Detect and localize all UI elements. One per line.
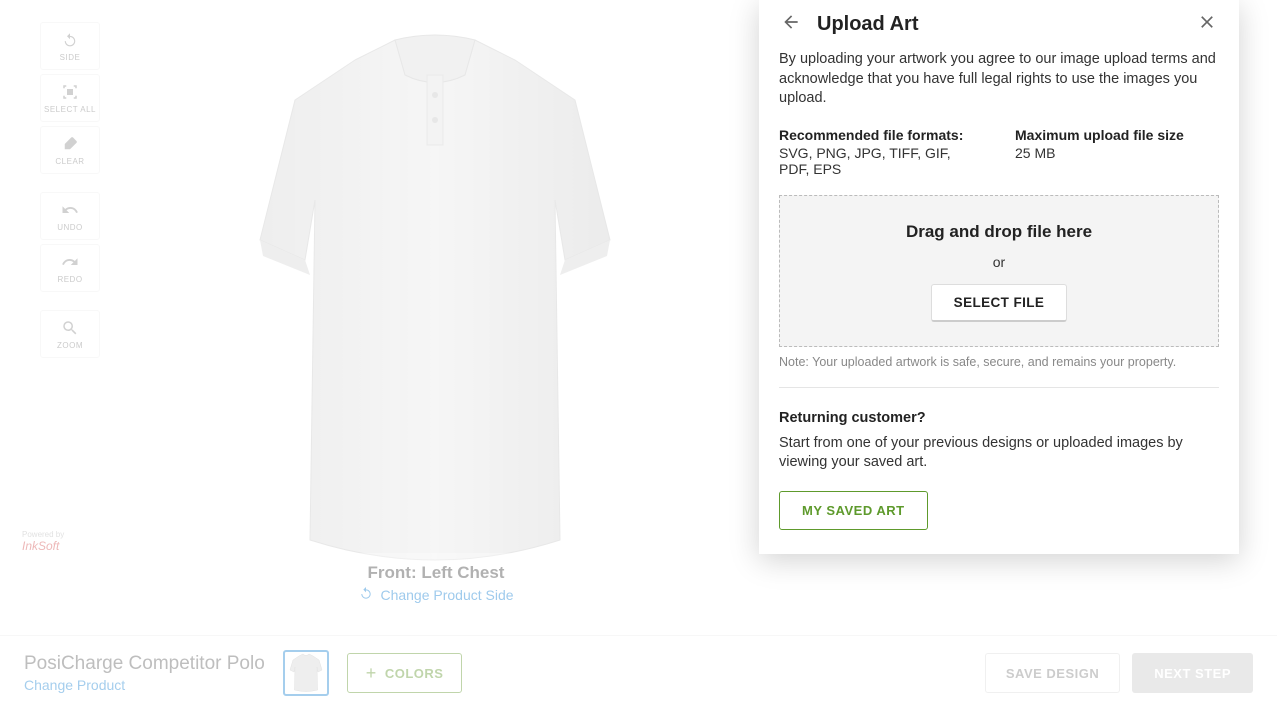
select-all-tool[interactable]: SELECT ALL [40, 74, 100, 122]
polo-thumb-icon [289, 653, 323, 693]
select-all-tool-label: SELECT ALL [44, 105, 96, 114]
product-name: PosiCharge Competitor Polo [24, 653, 265, 675]
eraser-icon [61, 135, 79, 155]
product-side-title: Front: Left Chest [334, 563, 538, 583]
powered-by-badge: Powered by InkSoft [22, 530, 64, 553]
upload-note: Note: Your uploaded artwork is safe, sec… [779, 355, 1219, 369]
zoom-tool[interactable]: ZOOM [40, 310, 100, 358]
returning-customer-body: Start from one of your previous designs … [779, 434, 1219, 473]
powered-by-brand: InkSoft [22, 539, 59, 553]
powered-by-prefix: Powered by [22, 530, 64, 539]
size-value: 25 MB [1015, 145, 1219, 161]
dropzone-or: or [790, 254, 1208, 270]
undo-icon [61, 201, 79, 221]
product-info: PosiCharge Competitor Polo Change Produc… [24, 653, 265, 693]
change-product-side-link[interactable]: Change Product Side [322, 585, 550, 604]
product-thumbnail[interactable] [283, 650, 329, 696]
side-tool-label: SIDE [60, 53, 81, 62]
redo-tool-label: REDO [57, 275, 82, 284]
clear-tool[interactable]: CLEAR [40, 126, 100, 174]
polo-shirt-mockup [215, 20, 655, 600]
upload-art-panel: Upload Art By uploading your artwork you… [759, 0, 1239, 554]
back-button[interactable] [779, 12, 803, 36]
size-label: Maximum upload file size [1015, 127, 1219, 143]
formats-label: Recommended file formats: [779, 127, 983, 143]
divider [779, 387, 1219, 388]
zoom-icon [61, 319, 79, 339]
change-side-label: Change Product Side [380, 587, 513, 603]
undo-tool-label: UNDO [57, 223, 83, 232]
colors-button-label: COLORS [385, 666, 444, 681]
close-icon [1197, 12, 1217, 37]
formats-value: SVG, PNG, JPG, TIFF, GIF, PDF, EPS [779, 145, 983, 177]
returning-customer-title: Returning customer? [779, 410, 1219, 426]
left-toolbar: SIDE SELECT ALL CLEAR UNDO REDO [40, 22, 100, 358]
arrow-left-icon [781, 12, 801, 37]
bottom-bar: PosiCharge Competitor Polo Change Produc… [0, 635, 1277, 710]
select-file-button[interactable]: SELECT FILE [931, 284, 1068, 322]
panel-header: Upload Art [779, 12, 1219, 36]
close-button[interactable] [1195, 12, 1219, 36]
select-all-icon [61, 83, 79, 103]
my-saved-art-button[interactable]: MY SAVED ART [779, 491, 928, 530]
formats-spec: Recommended file formats: SVG, PNG, JPG,… [779, 127, 983, 177]
rotate-icon [61, 31, 79, 51]
side-tool[interactable]: SIDE [40, 22, 100, 70]
size-spec: Maximum upload file size 25 MB [1015, 127, 1219, 177]
redo-tool[interactable]: REDO [40, 244, 100, 292]
file-dropzone[interactable]: Drag and drop file here or SELECT FILE [779, 195, 1219, 347]
panel-title: Upload Art [817, 13, 1181, 36]
change-product-link[interactable]: Change Product [24, 677, 265, 693]
zoom-tool-label: ZOOM [57, 341, 83, 350]
product-preview[interactable] [120, 10, 750, 610]
save-design-button[interactable]: SAVE DESIGN [985, 653, 1120, 693]
colors-button[interactable]: + COLORS [347, 653, 463, 693]
dropzone-title: Drag and drop file here [790, 222, 1208, 242]
plus-icon: + [366, 663, 377, 684]
rotate-icon [358, 585, 374, 604]
undo-tool[interactable]: UNDO [40, 192, 100, 240]
clear-tool-label: CLEAR [55, 157, 84, 166]
redo-icon [61, 253, 79, 273]
product-side-label: Front: Left Chest [322, 553, 550, 589]
upload-terms-text: By uploading your artwork you agree to o… [779, 50, 1219, 109]
next-step-button[interactable]: NEXT STEP [1132, 653, 1253, 693]
upload-specs: Recommended file formats: SVG, PNG, JPG,… [779, 127, 1219, 177]
